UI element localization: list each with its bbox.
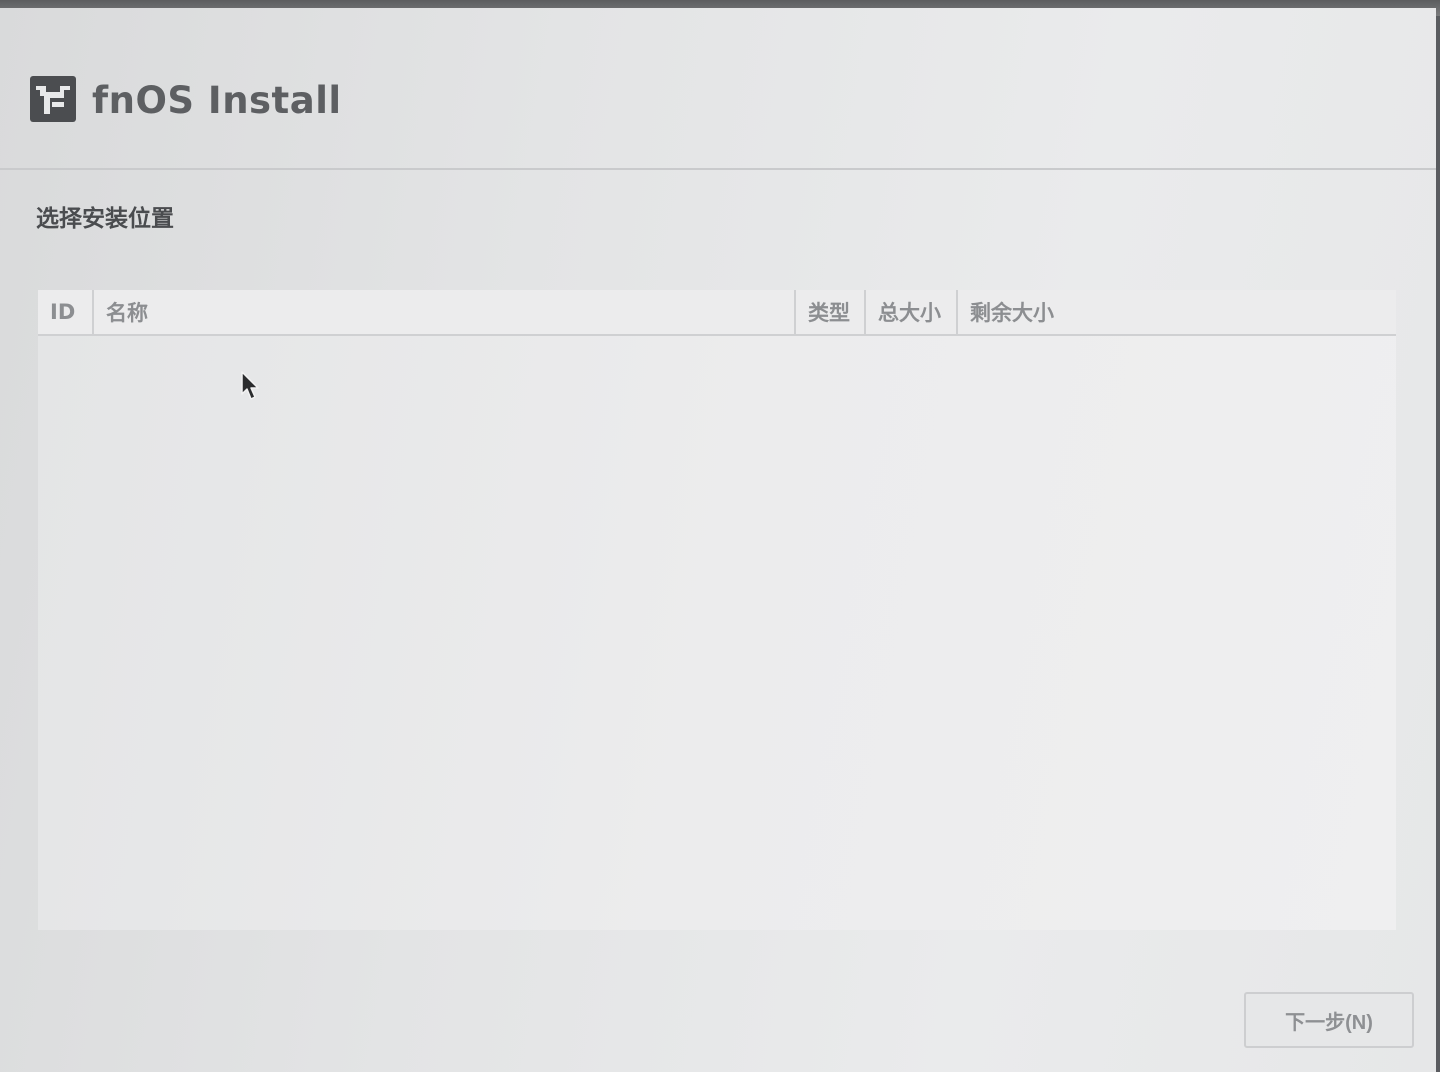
- page-title: 选择安装位置: [36, 206, 174, 232]
- installer-window: fnOS Install 选择安装位置 ID 名称 类型 总大小 剩余大小 下一…: [0, 8, 1436, 1072]
- installer-header: fnOS Install: [0, 8, 1436, 170]
- column-header-type[interactable]: 类型: [796, 290, 866, 334]
- fnos-logo-icon: [30, 76, 76, 122]
- column-header-total-size[interactable]: 总大小: [866, 290, 958, 334]
- column-header-name[interactable]: 名称: [94, 290, 796, 334]
- app-title: fnOS Install: [92, 79, 342, 122]
- next-button[interactable]: 下一步(N): [1244, 992, 1414, 1048]
- table-body[interactable]: [38, 336, 1396, 930]
- table-header: ID 名称 类型 总大小 剩余大小: [38, 290, 1396, 336]
- column-header-id[interactable]: ID: [38, 290, 94, 334]
- column-header-free-size[interactable]: 剩余大小: [958, 290, 1396, 334]
- mouse-cursor-icon: [241, 371, 259, 400]
